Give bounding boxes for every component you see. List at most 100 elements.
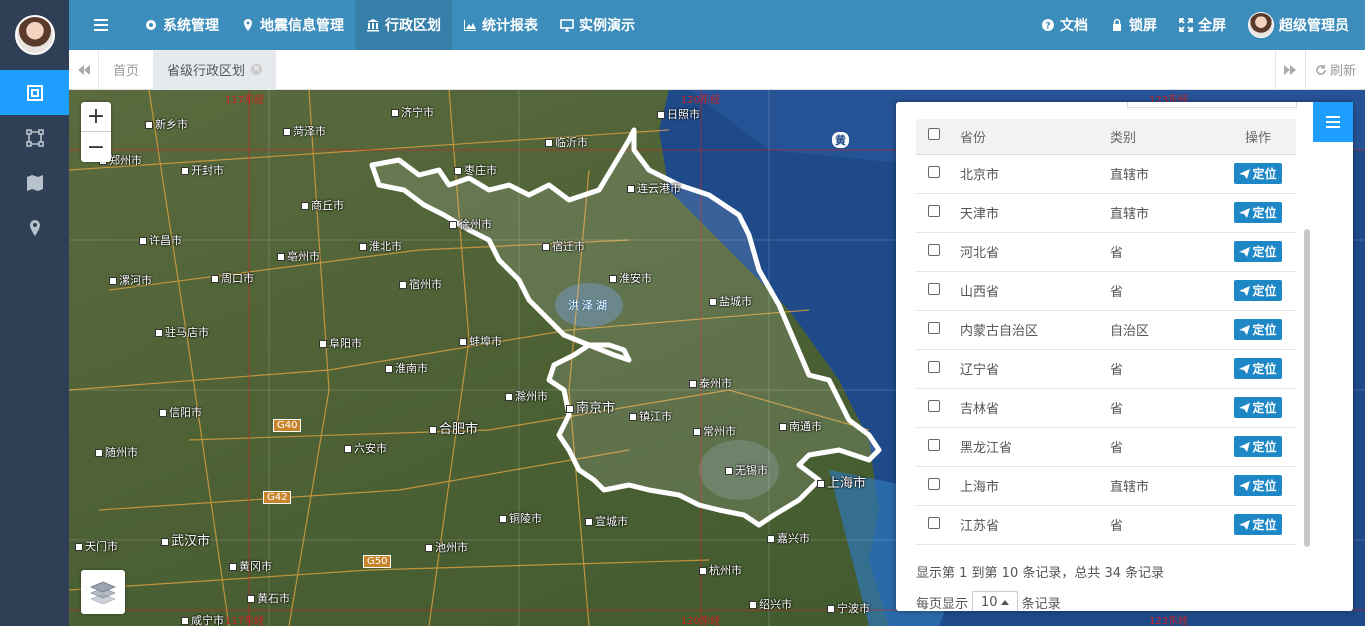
send-icon <box>1239 246 1251 257</box>
row-checkbox[interactable] <box>928 360 940 373</box>
city-label: 周口市 <box>211 270 254 286</box>
sidebar-item-marker[interactable] <box>0 205 69 250</box>
panel-toggle-button[interactable] <box>1313 102 1353 142</box>
row-checkbox[interactable] <box>928 204 940 217</box>
nav-administrative-division[interactable]: 行政区划 <box>355 0 452 50</box>
refresh-button[interactable]: 刷新 <box>1304 49 1365 90</box>
locate-button[interactable]: 定位 <box>1234 514 1282 535</box>
city-label: 阜阳市 <box>319 335 362 351</box>
nav-label: 实例演示 <box>579 18 635 34</box>
fullscreen-label: 全屏 <box>1198 18 1226 34</box>
page-size-select[interactable]: 10 <box>972 591 1018 611</box>
lock-icon <box>1113 18 1121 31</box>
tab-scroll-left-button[interactable] <box>69 49 99 90</box>
avatar[interactable] <box>14 15 55 55</box>
menu-toggle-button[interactable] <box>69 0 133 50</box>
locate-button[interactable]: 定位 <box>1234 475 1282 496</box>
nav-statistics-report[interactable]: 统计报表 <box>452 0 549 50</box>
locate-label: 定位 <box>1252 479 1277 493</box>
zoom-in-button[interactable]: + <box>81 102 111 132</box>
row-checkbox[interactable] <box>928 282 940 295</box>
locate-button[interactable]: 定位 <box>1234 202 1282 223</box>
close-icon[interactable]: × <box>251 64 263 75</box>
desktop-icon <box>560 19 574 32</box>
division-icon <box>26 84 43 101</box>
city-label: 铜陵市 <box>499 510 542 526</box>
row-checkbox[interactable] <box>928 516 940 529</box>
row-checkbox[interactable] <box>928 165 940 178</box>
province-type: 省 <box>1110 505 1220 545</box>
hamburger-icon <box>94 19 108 31</box>
locate-button[interactable]: 定位 <box>1234 397 1282 418</box>
table-header-row: 省份 类别 操作 <box>916 119 1296 155</box>
tab-home[interactable]: 首页 <box>99 50 153 90</box>
city-label: 日照市 <box>657 106 700 122</box>
nav-label: 行政区划 <box>385 18 441 34</box>
city-label: 无锡市 <box>725 462 768 478</box>
table-row: 上海市 直辖市 定位 <box>916 466 1296 506</box>
city-label: 合肥市 <box>429 418 478 437</box>
road-badge: G50 <box>363 555 392 568</box>
road-badge: G42 <box>263 491 292 504</box>
locate-button[interactable]: 定位 <box>1234 241 1282 262</box>
layer-switcher-button[interactable] <box>81 570 125 614</box>
province-table: 省份 类别 操作 北京市 直辖市 定位 天津市 直辖市 定位 河北省省定位 山西省省定位 内蒙古… <box>916 119 1296 545</box>
nav-earthquake-info[interactable]: 地震信息管理 <box>230 0 355 50</box>
province-name: 河北省 <box>960 232 1110 272</box>
tab-province-division[interactable]: 省级行政区划 × <box>153 49 277 90</box>
map-view[interactable]: 济宁市 日照市 新乡市 菏泽市 临沂市 郑州市 开封市 枣庄市 连云港市 商丘市… <box>69 90 1365 626</box>
province-type: 省 <box>1110 232 1220 272</box>
city-label: 镇江市 <box>629 408 672 424</box>
grid-label: 117东经 <box>225 616 265 626</box>
nav-system-management[interactable]: 系统管理 <box>133 0 230 50</box>
nav-label: 统计报表 <box>482 18 538 34</box>
province-name: 辽宁省 <box>960 349 1110 389</box>
city-label: 枣庄市 <box>454 162 497 178</box>
lake-label: 洪泽湖 <box>568 299 610 312</box>
grid-label: 120东经 <box>681 95 721 106</box>
locate-button[interactable]: 定位 <box>1234 358 1282 379</box>
layers-icon <box>90 581 116 604</box>
locate-label: 定位 <box>1252 167 1277 181</box>
locate-button[interactable]: 定位 <box>1234 319 1282 340</box>
sidebar <box>0 0 69 626</box>
row-checkbox[interactable] <box>928 321 940 334</box>
fullscreen-button[interactable]: 全屏 <box>1168 0 1237 50</box>
city-label: 杭州市 <box>699 562 742 578</box>
table-row: 山西省省 定位 <box>916 271 1296 311</box>
select-all-checkbox[interactable] <box>928 128 940 141</box>
lock-screen-button[interactable]: 锁屏 <box>1099 0 1168 50</box>
zoom-out-button[interactable]: − <box>81 132 111 162</box>
sidebar-item-division[interactable] <box>0 70 69 115</box>
locate-button[interactable]: 定位 <box>1234 436 1282 457</box>
list-icon <box>1326 116 1340 128</box>
row-checkbox[interactable] <box>928 399 940 412</box>
nav-demo[interactable]: 实例演示 <box>549 0 646 50</box>
gear-icon <box>146 20 156 30</box>
send-icon <box>1239 480 1251 491</box>
row-checkbox[interactable] <box>928 438 940 451</box>
tab-scroll-right-button[interactable] <box>1274 49 1305 90</box>
province-type: 直辖市 <box>1110 193 1220 233</box>
send-icon <box>1239 402 1251 413</box>
city-label: 菏泽市 <box>283 123 326 139</box>
city-label: 咸宁市 <box>181 612 224 626</box>
sidebar-item-polygon[interactable] <box>0 115 69 160</box>
panel-scrollbar[interactable] <box>1304 229 1310 547</box>
docs-button[interactable]: ? 文档 <box>1030 0 1099 50</box>
panel-top-stub <box>1127 102 1297 108</box>
locate-button[interactable]: 定位 <box>1234 280 1282 301</box>
double-right-icon <box>1284 64 1297 75</box>
province-type: 直辖市 <box>1110 466 1220 506</box>
city-label: 六安市 <box>344 440 387 456</box>
top-navbar: 系统管理 地震信息管理 行政区划 统计报表 实例演示 ? 文档 锁屏 全屏 超级… <box>69 0 1365 50</box>
svg-text:?: ? <box>1045 22 1050 32</box>
sidebar-item-map[interactable] <box>0 160 69 205</box>
row-checkbox[interactable] <box>928 477 940 490</box>
user-menu[interactable]: 超级管理员 <box>1237 0 1365 50</box>
send-icon <box>1239 363 1251 374</box>
locate-label: 定位 <box>1252 323 1277 337</box>
locate-button[interactable]: 定位 <box>1234 163 1282 184</box>
row-checkbox[interactable] <box>928 243 940 256</box>
send-icon <box>1239 207 1251 218</box>
